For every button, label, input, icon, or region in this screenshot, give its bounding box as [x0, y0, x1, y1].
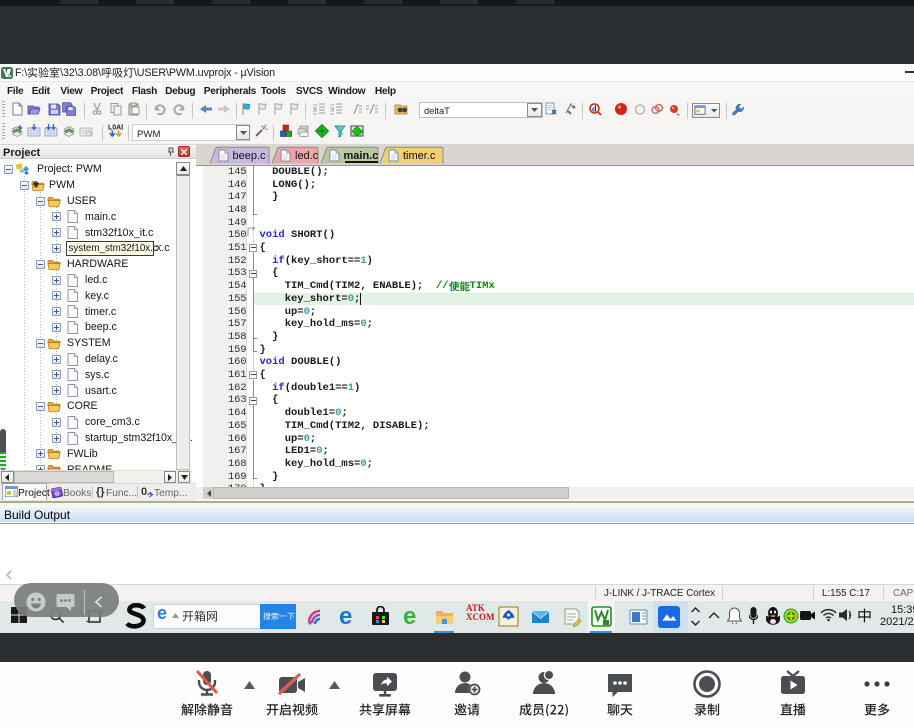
svg-text:L0AD: L0AD — [108, 124, 123, 131]
svg-text:d: d — [592, 105, 597, 114]
